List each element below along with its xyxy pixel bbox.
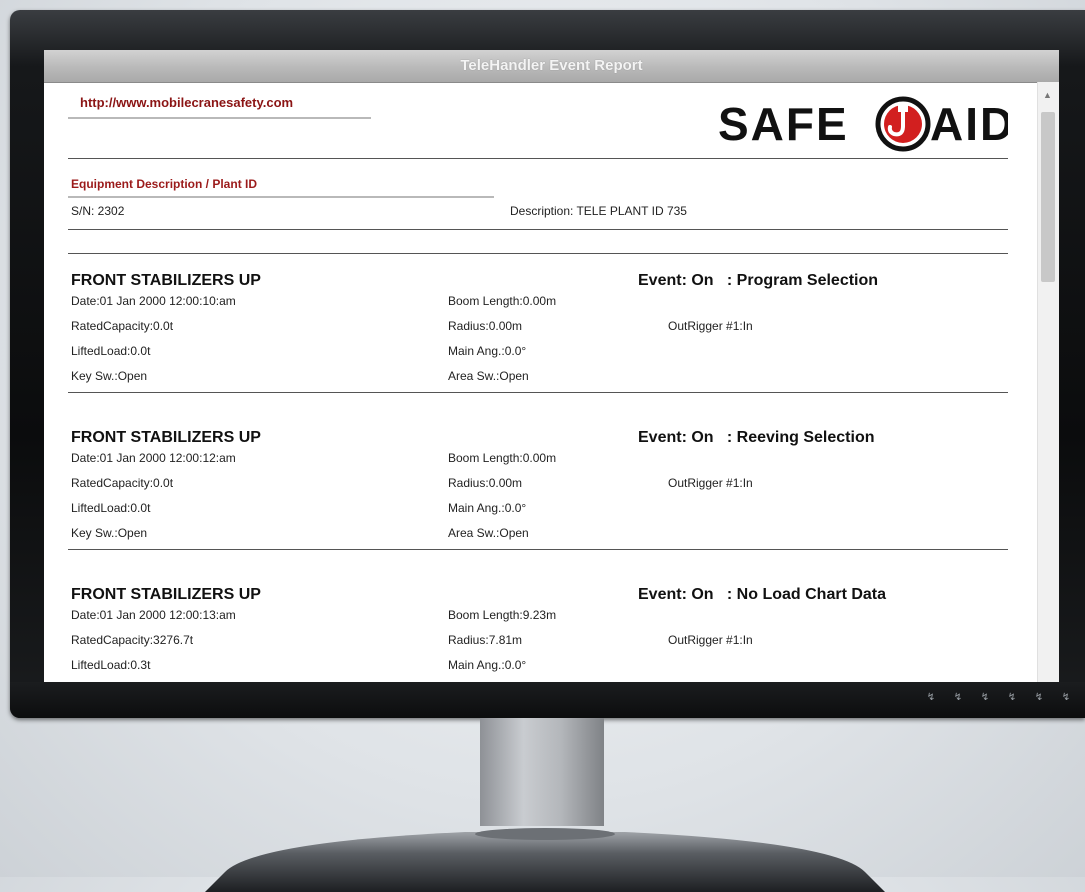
minus-icon[interactable]: ↯ [1061,693,1071,703]
event-record: FRONT STABILIZERS UP Event: On : No Load… [44,586,1038,682]
equipment-section-title: Equipment Description / Plant ID [71,177,258,191]
power-icon[interactable]: ↯ [926,693,936,703]
monitor-buttons: ↯ ↯ ↯ ↯ ↯ ↯ [926,693,1071,703]
rated-capacity: RatedCapacity:3276.7t [71,633,194,647]
event-record: FRONT STABILIZERS UP Event: On : Reeving… [44,429,1038,587]
monitor-screen: TeleHandler Event Report ▲ http://www.mo… [44,50,1059,682]
event-divider [68,549,1008,550]
monitor-bezel-bottom [10,682,1085,718]
monitor-stand-base [205,828,885,892]
event-status: Event: On : No Load Chart Data [638,586,887,603]
hook-block [898,105,908,112]
lifted-load: LiftedLoad:0.0t [71,501,151,515]
logo-text-safe: SAFE [718,98,849,150]
event-date: Date:01 Jan 2000 12:00:13:am [71,608,236,622]
event-title: FRONT STABILIZERS UP [71,272,261,289]
area-switch: Area Sw.:Open [448,526,529,540]
main-angle: Main Ang.:0.0° [448,658,527,672]
outrigger: OutRigger #1:In [668,476,753,490]
event-status: Event: On : Program Selection [638,272,879,289]
report-document: http://www.mobilecranesafety.com SAFE AI… [44,82,1038,682]
scroll-thumb[interactable] [1041,112,1055,282]
outrigger: OutRigger #1:In [668,633,753,647]
equipment-section-rule [68,196,494,198]
header-divider [68,158,1008,159]
key-switch: Key Sw.:Open [71,526,148,540]
url-underline [68,117,371,119]
menu-icon[interactable]: ↯ [953,693,963,703]
main-angle: Main Ang.:0.0° [448,501,527,515]
vertical-scrollbar[interactable]: ▲ [1037,82,1059,682]
area-switch: Area Sw.:Open [448,369,529,383]
event-date: Date:01 Jan 2000 12:00:10:am [71,294,236,308]
radius: Radius:7.81m [448,633,523,647]
brightness-icon[interactable]: ↯ [980,693,990,703]
radius: Radius:0.00m [448,476,523,490]
monitor-stand-neck [480,718,604,826]
safeaid-logo: SAFE AID [718,96,1008,152]
window-title: TeleHandler Event Report [44,50,1059,83]
boom-length: Boom Length:0.00m [448,294,557,308]
lifted-load: LiftedLoad:0.3t [71,658,151,672]
equipment-description: Description: TELE PLANT ID 735 [510,204,687,218]
logo-text-aid: AID [930,98,1008,150]
scroll-up-icon[interactable]: ▲ [1043,90,1052,100]
plus-icon[interactable]: ↯ [1034,693,1044,703]
main-angle: Main Ang.:0.0° [448,344,527,358]
serial-number: S/N: 2302 [71,204,125,218]
outrigger: OutRigger #1:In [668,319,753,333]
equipment-divider-2 [68,253,1008,254]
event-title: FRONT STABILIZERS UP [71,429,261,446]
input-icon[interactable]: ↯ [1007,693,1017,703]
lifted-load: LiftedLoad:0.0t [71,344,151,358]
boom-length: Boom Length:9.23m [448,608,557,622]
radius: Radius:0.00m [448,319,523,333]
event-date: Date:01 Jan 2000 12:00:12:am [71,451,236,465]
rated-capacity: RatedCapacity:0.0t [71,476,174,490]
event-title: FRONT STABILIZERS UP [71,586,261,603]
event-status: Event: On : Reeving Selection [638,429,875,446]
website-link[interactable]: http://www.mobilecranesafety.com [80,95,293,110]
equipment-divider-1 [68,229,1008,230]
rated-capacity: RatedCapacity:0.0t [71,319,174,333]
event-divider [68,392,1008,393]
boom-length: Boom Length:0.00m [448,451,557,465]
key-switch: Key Sw.:Open [71,369,148,383]
event-record: FRONT STABILIZERS UP Event: On : Program… [44,272,1038,430]
